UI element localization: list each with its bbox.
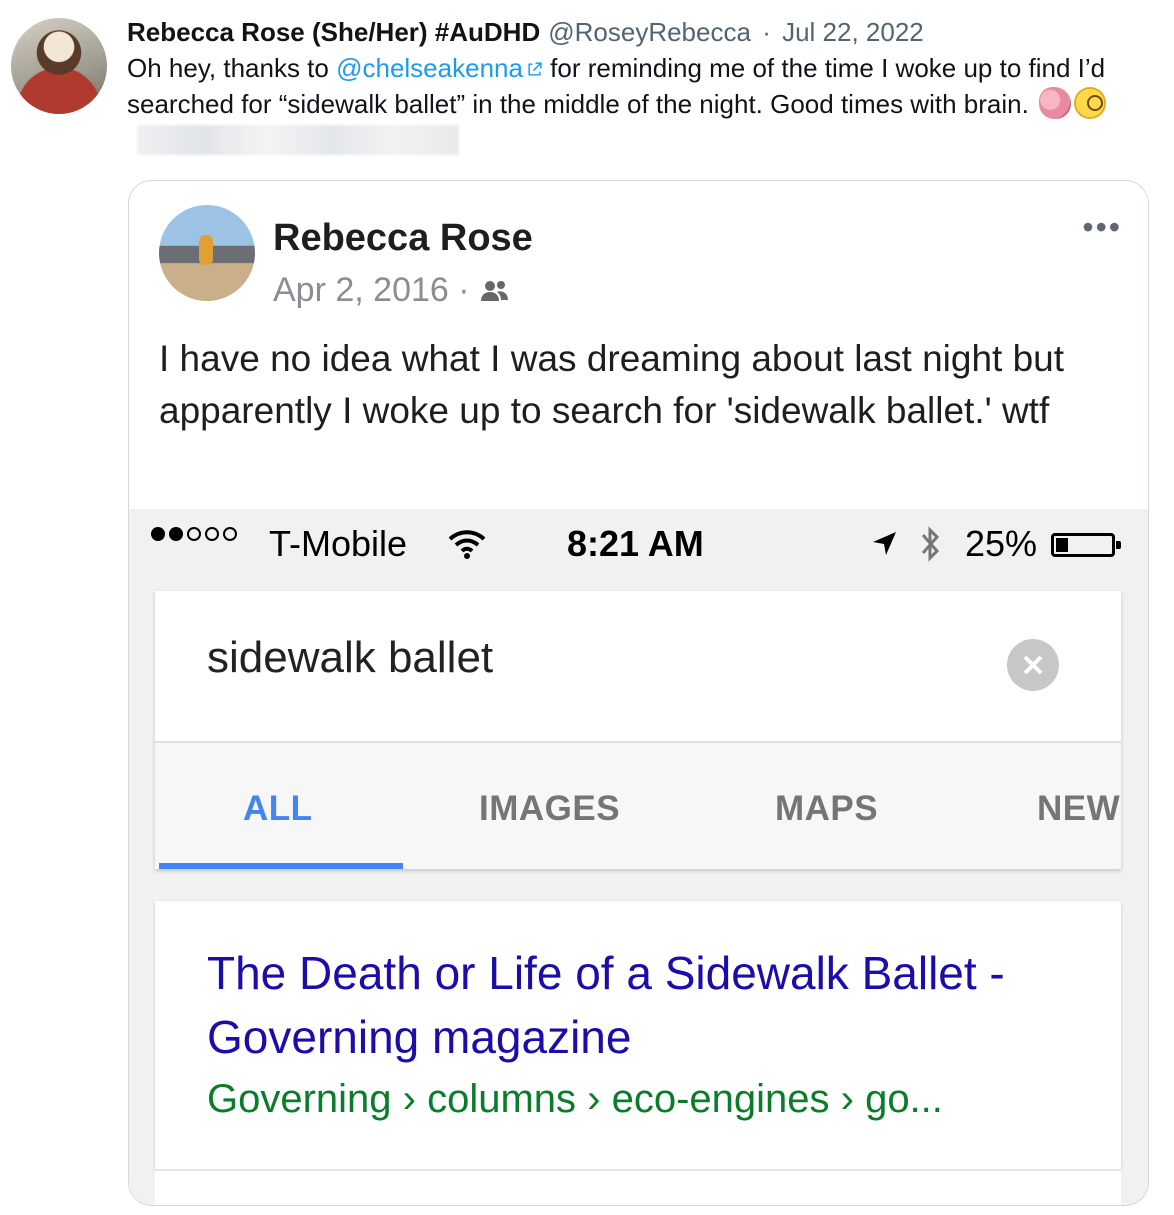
next-result-card [155, 1171, 1121, 1205]
result-breadcrumb: Governing › columns › eco-engines › go..… [207, 1077, 943, 1121]
tweet-text-start: Oh hey, thanks to [127, 53, 337, 83]
status-bar: T-Mobile 8:21 AM 25% [129, 509, 1148, 577]
tweet-header: Rebecca Rose (She/Her) #AuDHD @RoseyRebec… [127, 14, 1157, 50]
embedded-screenshot-card[interactable]: Rebecca Rose Apr 2, 2016 · ••• I have no… [128, 180, 1149, 1206]
fb-post-text: I have no idea what I was dreaming about… [159, 338, 1065, 431]
battery-percent: 25% [965, 523, 1038, 564]
close-icon [1023, 655, 1043, 675]
status-time: 8:21 AM [567, 523, 704, 564]
carrier-name: T-Mobile [269, 523, 408, 564]
tweet-text: Oh hey, thanks to @chelseakenna for remi… [127, 50, 1157, 158]
signal-icon [151, 527, 237, 541]
blurred-link[interactable] [137, 125, 459, 155]
face-with-monocle-emoji [1074, 87, 1107, 119]
friends-icon [480, 280, 508, 301]
battery-icon [1051, 533, 1121, 557]
mention-link[interactable]: @chelseakenna [336, 53, 523, 83]
tweet-display-name[interactable]: Rebecca Rose (She/Her) #AuDHD [127, 17, 540, 47]
phone-screenshot: T-Mobile 8:21 AM 25% ALL IMAGES MAPS NEW [129, 509, 1148, 1205]
search-input[interactable] [207, 633, 967, 683]
search-box-card: ALL IMAGES MAPS NEW [155, 591, 1121, 869]
fb-post-date: Apr 2, 2016 · [273, 271, 510, 310]
tab-news[interactable]: NEW [1037, 789, 1120, 829]
tab-maps[interactable]: MAPS [775, 789, 878, 829]
fb-author-name: Rebecca Rose [273, 217, 533, 259]
tab-images[interactable]: IMAGES [479, 789, 620, 829]
tab-all[interactable]: ALL [243, 789, 313, 829]
tweet-meta-separator: · [762, 17, 771, 47]
result-title-link[interactable]: The Death or Life of a Sidewalk Ballet -… [207, 941, 1087, 1069]
fb-author-avatar [159, 205, 255, 301]
search-tabs: ALL IMAGES MAPS NEW [155, 743, 1121, 869]
clear-search-button[interactable] [1007, 639, 1059, 691]
tweet-date[interactable]: Jul 22, 2022 [782, 17, 924, 47]
wifi-icon [448, 530, 486, 559]
location-arrow-icon [873, 532, 896, 555]
search-result-card: The Death or Life of a Sidewalk Ballet -… [155, 901, 1121, 1169]
brain-emoji [1039, 87, 1072, 119]
tweet-body: Rebecca Rose (She/Her) #AuDHD @RoseyRebec… [127, 14, 1157, 158]
tweet-author-avatar[interactable] [11, 18, 107, 114]
tweet-handle[interactable]: @RoseyRebecca [548, 17, 751, 47]
external-link-icon [528, 62, 542, 76]
facebook-post: Rebecca Rose Apr 2, 2016 · ••• I have no… [129, 181, 1148, 509]
more-options-icon: ••• [1082, 209, 1122, 245]
active-tab-indicator [159, 863, 403, 869]
fb-date-text: Apr 2, 2016 · [273, 271, 470, 309]
bluetooth-icon [921, 526, 940, 562]
